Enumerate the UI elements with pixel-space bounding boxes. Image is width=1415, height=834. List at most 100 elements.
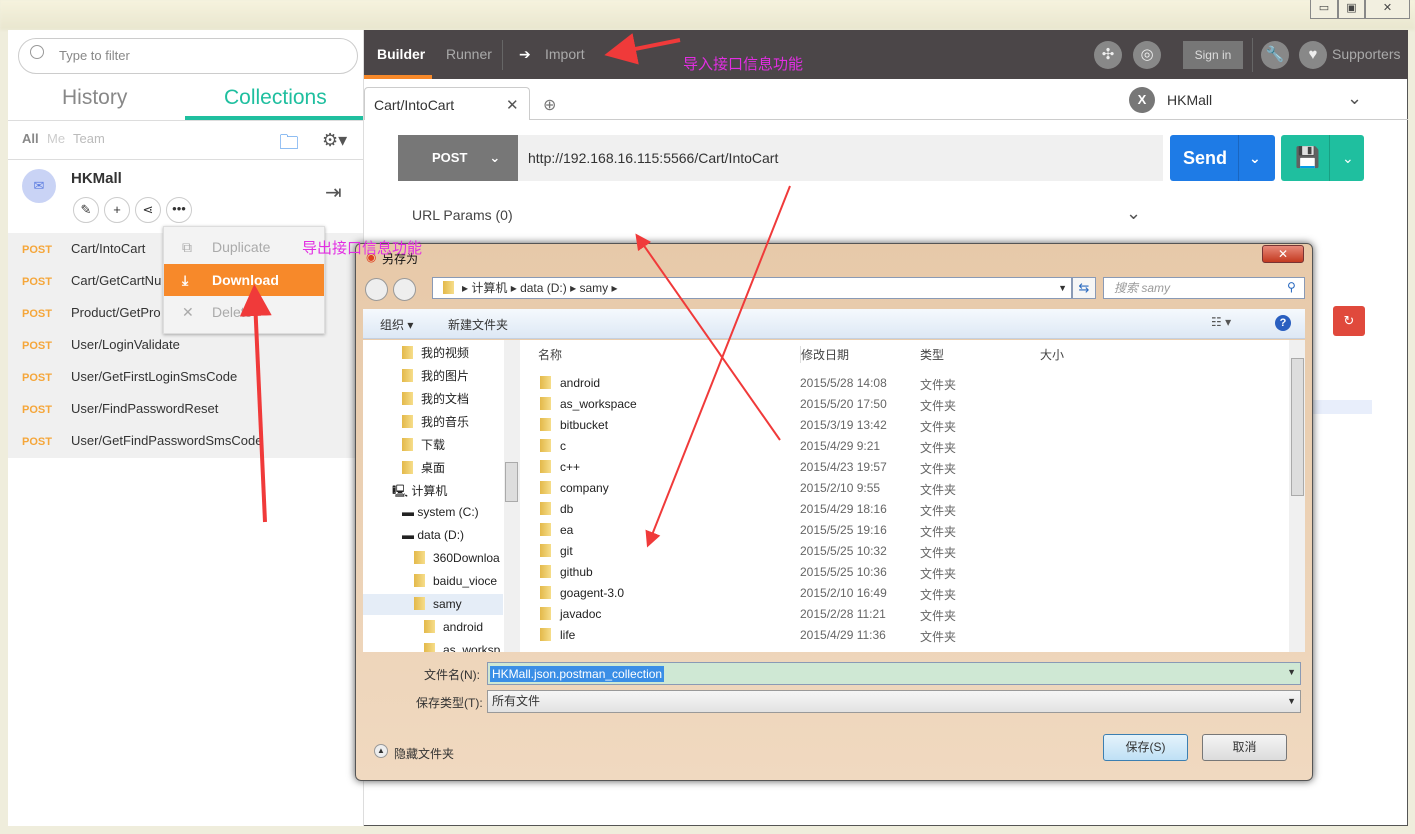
breadcrumb-samy[interactable]: samy <box>579 281 608 295</box>
list-item[interactable]: POST User/GetFirstLoginSmsCode <box>22 369 237 389</box>
refresh-icon[interactable]: ↻ <box>1333 306 1365 336</box>
cancel-dialog-button[interactable]: 取消 <box>1202 734 1287 761</box>
tab-collections[interactable]: Collections <box>224 86 327 110</box>
add-tab-icon[interactable]: ⊕ <box>543 95 556 115</box>
collection-name[interactable]: HKMall <box>71 170 122 187</box>
list-scrollbar-thumb[interactable] <box>1291 358 1304 496</box>
method-select[interactable]: POST ⌄ <box>398 135 518 181</box>
menu-item-delete[interactable]: ✕ Delete <box>164 296 324 328</box>
nav-item[interactable]: 我的文档 <box>402 390 469 410</box>
list-item[interactable]: POST Cart/GetCartNu <box>22 273 161 293</box>
close-window-button[interactable]: ✕ <box>1365 0 1410 19</box>
maximize-button[interactable]: ▣ <box>1338 0 1365 19</box>
hide-folders-toggle[interactable]: 隐藏文件夹 <box>394 745 454 762</box>
nav-item[interactable]: 🖳 计算机 <box>392 482 447 502</box>
menu-item-duplicate[interactable]: ⧉ Duplicate <box>164 231 324 263</box>
column-type[interactable]: 类型 <box>920 346 944 363</box>
new-collection-icon[interactable]: 🗀 <box>279 128 299 162</box>
heart-icon[interactable]: ♥ <box>1299 41 1327 69</box>
builder-tab[interactable]: Builder <box>377 46 425 62</box>
nav-item[interactable]: 360Downloa <box>414 551 500 571</box>
open-collection-icon[interactable]: ⇥ <box>325 180 342 205</box>
url-input[interactable]: http://192.168.16.115:5566/Cart/IntoCart <box>518 135 1163 181</box>
nav-item[interactable]: samy <box>414 597 462 617</box>
gear-icon[interactable]: ⚙▾ <box>322 130 347 151</box>
url-params-toggle[interactable]: URL Params (0) <box>412 207 513 223</box>
wrench-icon[interactable]: 🔧 <box>1261 41 1289 69</box>
file-row[interactable]: github 2015/5/25 10:36 文件夹 <box>540 565 1280 585</box>
column-name[interactable]: 名称 <box>538 346 562 363</box>
file-row[interactable]: c 2015/4/29 9:21 文件夹 <box>540 439 1280 459</box>
help-icon[interactable]: ? <box>1275 315 1291 331</box>
file-row[interactable]: javadoc 2015/2/28 11:21 文件夹 <box>540 607 1280 627</box>
list-item[interactable]: POST Product/GetPro <box>22 305 161 325</box>
save-button[interactable]: 💾 ⌄ <box>1281 135 1364 181</box>
chevron-down-icon[interactable]: ▼ <box>1058 278 1067 298</box>
list-item[interactable]: POST User/FindPasswordReset <box>22 401 218 421</box>
dialog-close-button[interactable]: ✕ <box>1262 245 1304 263</box>
view-options-icon[interactable]: ☷ ▾ <box>1211 315 1231 329</box>
file-row[interactable]: company 2015/2/10 9:55 文件夹 <box>540 481 1280 501</box>
forward-button[interactable] <box>393 278 416 301</box>
list-item[interactable]: POST User/GetFindPasswordSmsCode <box>22 433 262 453</box>
column-size[interactable]: 大小 <box>1040 346 1064 363</box>
file-row[interactable]: git 2015/5/25 10:32 文件夹 <box>540 544 1280 564</box>
back-button[interactable] <box>365 278 388 301</box>
breadcrumb-computer[interactable]: 计算机 <box>471 281 507 295</box>
save-dialog-button[interactable]: 保存(S) <box>1103 734 1188 761</box>
nav-scrollbar-thumb[interactable] <box>505 462 518 502</box>
supporters-link[interactable]: Supporters <box>1332 46 1400 62</box>
address-bar[interactable]: ▸ 计算机 ▸ data (D:) ▸ samy ▸ ▼ <box>432 277 1072 299</box>
list-item[interactable]: POST User/LoginValidate <box>22 337 180 357</box>
chevron-down-icon[interactable]: ⌄ <box>1347 88 1362 109</box>
column-date[interactable]: 修改日期 <box>800 346 849 363</box>
file-row[interactable]: ea 2015/5/25 19:16 文件夹 <box>540 523 1280 543</box>
chevron-down-icon[interactable]: ▼ <box>1287 667 1296 677</box>
file-row[interactable]: db 2015/4/29 18:16 文件夹 <box>540 502 1280 522</box>
add-folder-icon[interactable]: + <box>104 197 130 223</box>
search-input[interactable]: 搜索 samy <box>1103 277 1305 299</box>
file-row[interactable]: goagent-3.0 2015/2/10 16:49 文件夹 <box>540 586 1280 606</box>
type-select[interactable]: 所有文件 ▼ <box>487 690 1301 713</box>
scope-all[interactable]: All <box>22 131 39 146</box>
interceptor-icon[interactable]: ✣ <box>1094 41 1122 69</box>
nav-item[interactable]: 我的音乐 <box>402 413 469 433</box>
sync-icon[interactable]: ◎ <box>1133 41 1161 69</box>
scope-team[interactable]: Team <box>73 131 105 146</box>
new-folder-button[interactable]: 新建文件夹 <box>448 316 508 333</box>
menu-item-download[interactable]: ⤓ Download <box>164 264 324 296</box>
chevron-down-icon[interactable]: ⌄ <box>1126 203 1141 224</box>
nav-item[interactable]: ▬ system (C:) <box>402 505 479 525</box>
organize-menu[interactable]: 组织 ▾ <box>380 316 413 333</box>
file-row[interactable]: android 2015/5/28 14:08 文件夹 <box>540 376 1280 396</box>
list-item[interactable]: POST Cart/IntoCart <box>22 241 145 261</box>
filename-input[interactable]: HKMall.json.postman_collection ▼ <box>487 662 1301 685</box>
scope-me[interactable]: Me <box>47 131 65 146</box>
collapse-icon[interactable]: ▲ <box>374 744 388 758</box>
file-row[interactable]: life 2015/4/29 11:36 文件夹 <box>540 628 1280 648</box>
nav-item[interactable]: 下载 <box>402 436 445 456</box>
share-icon[interactable]: ⋖ <box>135 197 161 223</box>
send-button[interactable]: Send ⌄ <box>1170 135 1275 181</box>
sign-in-button[interactable]: Sign in <box>1183 41 1243 69</box>
minimize-button[interactable]: ▭ <box>1310 0 1338 19</box>
import-button[interactable]: Import <box>545 46 585 62</box>
file-row[interactable]: bitbucket 2015/3/19 13:42 文件夹 <box>540 418 1280 438</box>
nav-item[interactable]: 我的视频 <box>402 344 469 364</box>
chevron-down-icon[interactable]: ⌄ <box>1329 135 1354 181</box>
nav-item[interactable]: ▬ data (D:) <box>402 528 464 548</box>
nav-item[interactable]: 桌面 <box>402 459 445 479</box>
breadcrumb-data[interactable]: data (D:) <box>520 281 567 295</box>
file-row[interactable]: as_workspace 2015/5/20 17:50 文件夹 <box>540 397 1280 417</box>
more-icon[interactable]: ••• <box>166 197 192 223</box>
nav-item[interactable]: baidu_vioce <box>414 574 497 594</box>
close-tab-icon[interactable]: ✕ <box>506 96 519 114</box>
environment-select[interactable]: HKMall <box>1167 92 1212 108</box>
edit-icon[interactable]: ✎ <box>73 197 99 223</box>
nav-item[interactable]: 我的图片 <box>402 367 469 387</box>
refresh-icon[interactable]: ⇆ <box>1072 277 1096 299</box>
chevron-down-icon[interactable]: ⌄ <box>1238 135 1261 181</box>
nav-item[interactable]: as_worksp <box>424 643 500 652</box>
runner-tab[interactable]: Runner <box>446 46 492 62</box>
file-row[interactable]: c++ 2015/4/23 19:57 文件夹 <box>540 460 1280 480</box>
